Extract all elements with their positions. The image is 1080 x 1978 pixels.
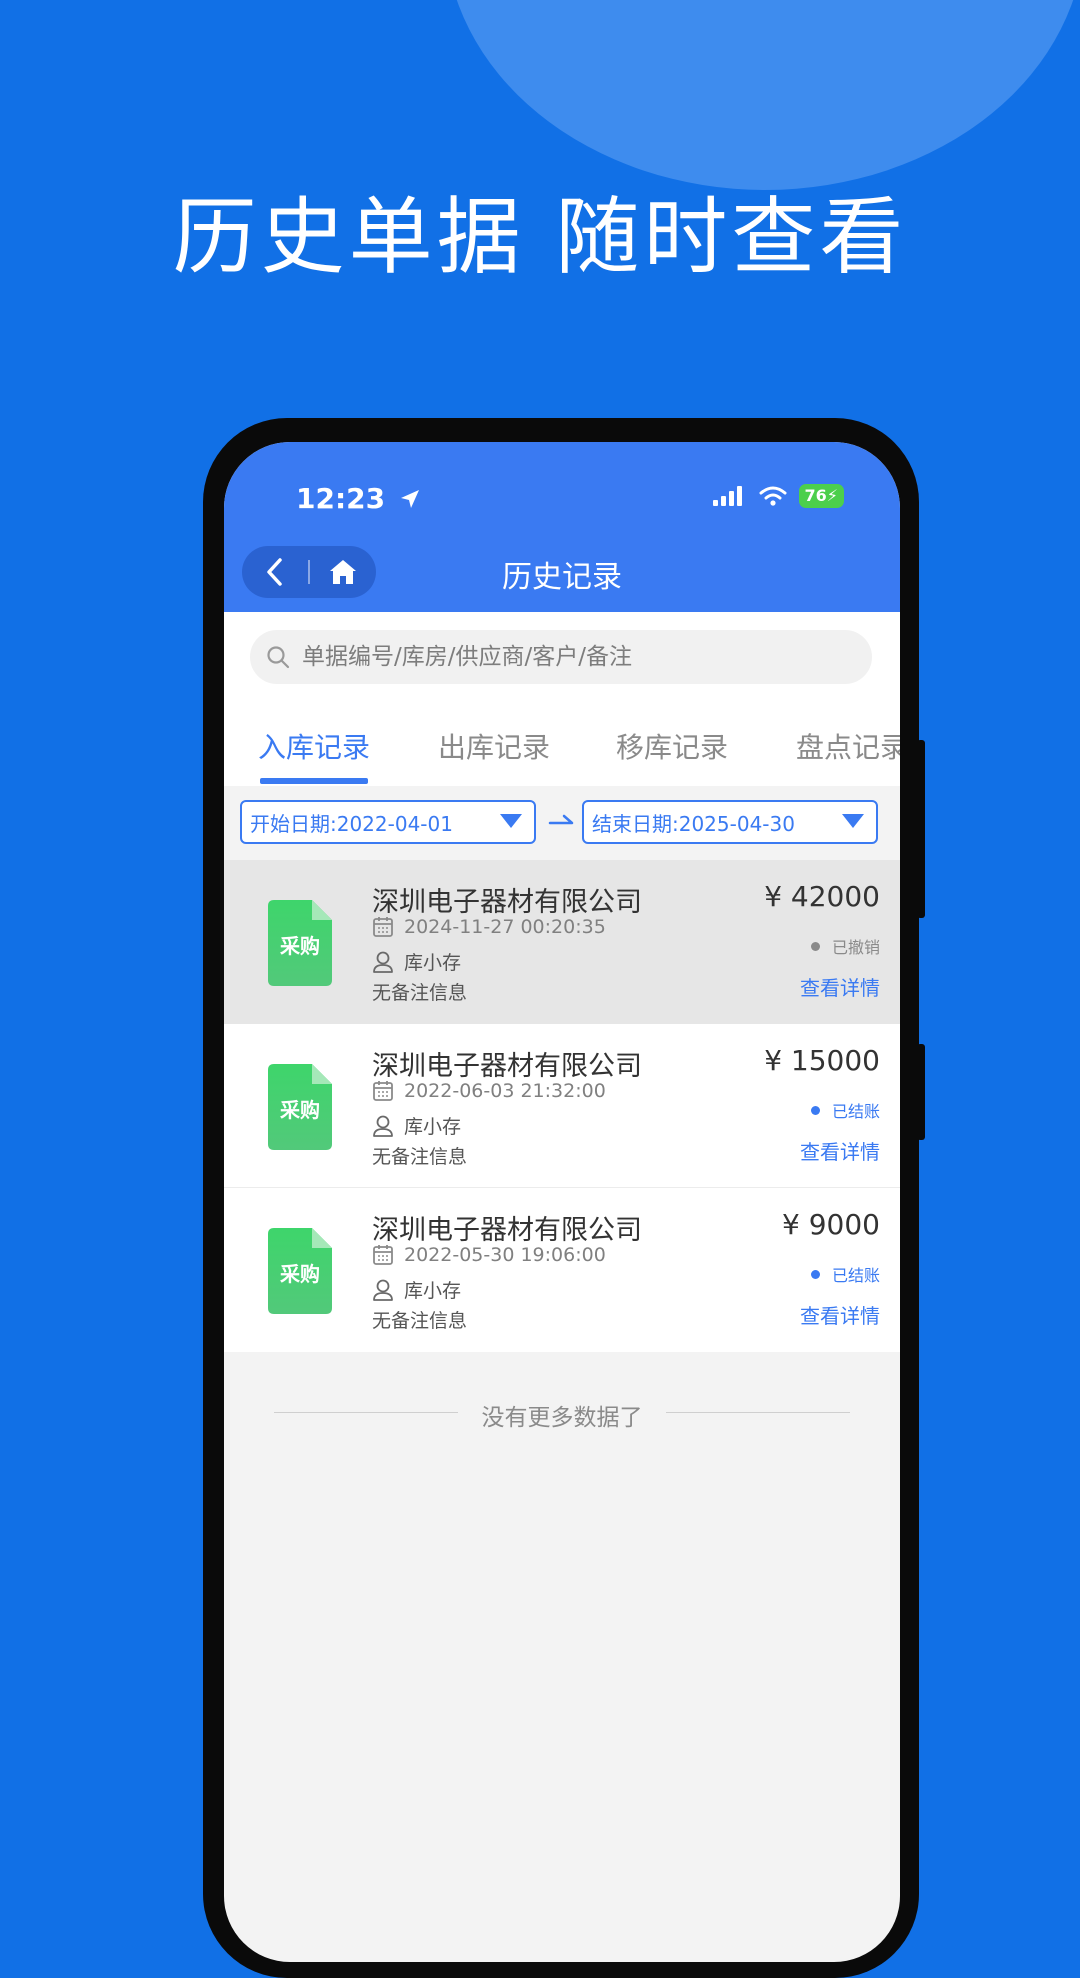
calendar-icon [373,1245,393,1265]
record-operator: 库小存 [404,952,462,974]
phone-side-button [917,740,925,918]
record-amount: ¥ 42000 [764,880,880,913]
end-date-select[interactable]: 结束日期:2025-04-30 [582,800,878,844]
app-header: 12:23 76⚡ 历史记录 [224,442,900,612]
status-dot [810,1105,820,1115]
record-item[interactable]: 采购 深圳电子器材有限公司 2022-05-30 19:06:00 库小存 无备… [224,1188,900,1352]
document-type-badge: 采购 [280,934,320,958]
no-more-data-text: 没有更多数据了 [481,1405,643,1431]
record-status-text: 已结账 [831,1266,880,1285]
record-amount: ¥ 9000 [782,1208,880,1241]
document-type-badge: 采购 [280,1098,320,1122]
supplier-name: 深圳电子器材有限公司 [372,1051,642,1082]
list-end-indicator: 没有更多数据了 [224,1392,900,1432]
record-status-text: 已结账 [831,1102,880,1121]
view-details-link[interactable]: 查看详情 [800,1136,880,1165]
promo-headline: 历史单据 随时查看 [172,188,908,286]
date-filter-bar: 开始日期:2022-04-01 结束日期:2025-04-30 [224,786,900,860]
record-status: 已结账 [810,1098,880,1122]
start-date-select[interactable]: 开始日期:2022-04-01 [240,800,536,844]
status-indicators: 76⚡ [712,484,844,508]
signal-icon [712,486,742,506]
background-circle [445,0,1080,190]
record-item[interactable]: 采购 深圳电子器材有限公司 2022-06-03 21:32:00 库小存 无备… [224,1024,900,1188]
record-status: 已结账 [810,1262,880,1286]
view-details-link[interactable]: 查看详情 [800,1300,880,1329]
record-operator-row: 库小存 [372,948,461,975]
record-item[interactable]: 采购 深圳电子器材有限公司 2024-11-27 00:20:35 库小存 无备… [224,860,900,1024]
range-arrow-icon [548,814,574,825]
location-arrow-icon [400,490,419,508]
supplier-name: 深圳电子器材有限公司 [372,1215,642,1246]
document-type-badge: 采购 [280,1262,320,1286]
search-icon [267,646,290,669]
record-amount: ¥ 15000 [764,1044,880,1077]
view-details-link[interactable]: 查看详情 [800,972,880,1001]
page-title: 历史记录 [502,560,622,595]
record-remark: 无备注信息 [372,1310,468,1332]
status-dot [810,941,820,951]
charging-icon: ⚡ [826,486,838,505]
tab-inbound-records[interactable]: 入库记录 [258,726,370,766]
battery-indicator: 76⚡ [798,484,844,508]
record-tabs: 入库记录 出库记录 移库记录 盘点记录 [224,702,900,786]
record-operator-row: 库小存 [372,1276,461,1303]
record-datetime: 2022-06-03 21:32:00 [404,1080,606,1102]
caret-down-icon [842,814,864,828]
caret-down-icon [500,814,522,828]
divider-line [666,1412,850,1413]
user-icon [373,1115,393,1137]
record-datetime: 2024-11-27 00:20:35 [404,916,606,938]
supplier-name: 深圳电子器材有限公司 [372,887,642,918]
tab-outbound-records[interactable]: 出库记录 [438,726,550,766]
record-datetime-row: 2022-05-30 19:06:00 [372,1244,606,1266]
status-time: 12:23 [296,482,421,515]
record-status: 已撤销 [810,934,880,958]
record-status-text: 已撤销 [831,938,880,957]
search-box[interactable] [250,630,872,684]
end-date-label: 结束日期:2025-04-30 [592,811,795,836]
calendar-icon [373,1081,393,1101]
active-tab-indicator [260,778,368,784]
user-icon [373,1279,393,1301]
tab-stocktake-records[interactable]: 盘点记录 [796,726,900,766]
calendar-icon [373,917,393,937]
status-dot [810,1269,820,1279]
start-date-label: 开始日期:2022-04-01 [250,811,453,836]
user-icon [373,951,393,973]
status-time-text: 12:23 [296,482,386,515]
record-datetime: 2022-05-30 19:06:00 [404,1244,606,1266]
search-input[interactable] [300,643,844,671]
phone-screen: 12:23 76⚡ 历史记录 单据编号/库房/供应商/客户/备注 入库记录 出库… [224,442,900,1962]
record-remark: 无备注信息 [372,982,468,1004]
search-bar [224,612,900,702]
record-operator: 库小存 [404,1280,462,1302]
battery-level: 76 [804,486,827,505]
record-datetime-row: 2024-11-27 00:20:35 [372,916,606,938]
wifi-icon [759,486,786,506]
phone-side-button [917,1044,925,1140]
record-remark: 无备注信息 [372,1146,468,1168]
record-operator: 库小存 [404,1116,462,1138]
record-operator-row: 库小存 [372,1112,461,1139]
record-datetime-row: 2022-06-03 21:32:00 [372,1080,606,1102]
tab-transfer-records[interactable]: 移库记录 [616,726,728,766]
